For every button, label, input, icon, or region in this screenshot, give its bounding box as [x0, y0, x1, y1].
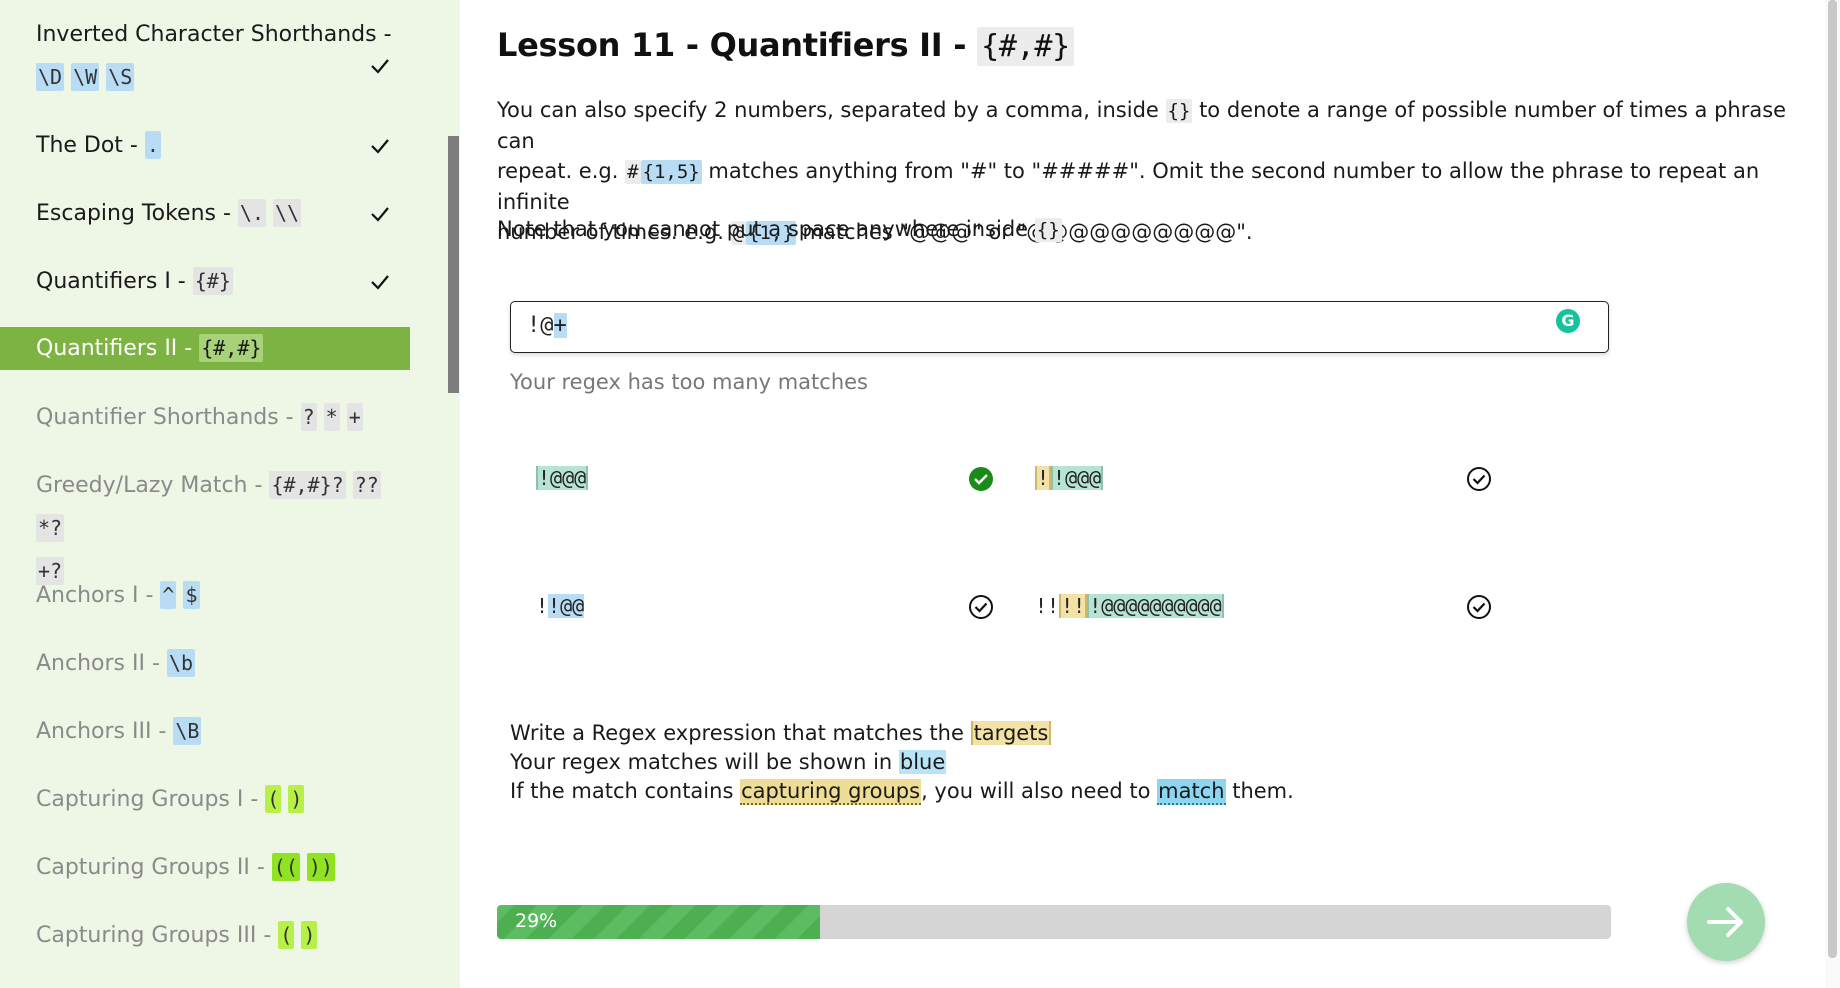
- sidebar-item-anchors-3[interactable]: Anchors III - \B: [0, 710, 410, 753]
- sidebar-item-label: Capturing Groups II -: [36, 855, 272, 880]
- sidebar-item-anchors-2[interactable]: Anchors II - \b: [0, 642, 410, 685]
- code-token: ): [288, 785, 305, 813]
- check-icon: [371, 59, 389, 74]
- lesson-note: Note that you cannot put a space anywher…: [497, 217, 1062, 242]
- sidebar-item-label: The Dot -: [36, 133, 145, 158]
- sidebar-item-quantifier-shorthands[interactable]: Quantifier Shorthands - ? * +: [0, 396, 410, 439]
- check-icon: [371, 275, 389, 290]
- lesson-content: Lesson 11 - Quantifiers II - {#,#} You c…: [460, 0, 1840, 988]
- sidebar-item-inverted-shorthands[interactable]: Inverted Character Shorthands - \D \W \S: [0, 14, 410, 99]
- page-title: Lesson 11 - Quantifiers II - {#,#}: [497, 26, 1074, 66]
- sidebar-item-quantifiers-2[interactable]: Quantifiers II - {#,#}: [0, 327, 410, 370]
- sidebar-item-the-dot[interactable]: The Dot - .: [0, 124, 410, 167]
- code-token: {#}: [192, 267, 233, 295]
- title-code: {#,#}: [977, 27, 1074, 66]
- sidebar-item-capturing-groups-3[interactable]: Capturing Groups III - ( ): [0, 914, 410, 957]
- code-token: ): [301, 921, 318, 949]
- code-token: {#,#}?: [269, 471, 346, 499]
- code-token: (: [278, 921, 295, 949]
- sidebar-item-label: Anchors II -: [36, 651, 167, 676]
- sidebar-item-label: Quantifier Shorthands -: [36, 405, 301, 430]
- code-token: \D: [36, 63, 65, 91]
- target-string: !@@@: [536, 466, 589, 490]
- sidebar-item-label: Greedy/Lazy Match -: [36, 473, 270, 498]
- code-token: \B: [173, 717, 202, 745]
- check-icon: [371, 207, 389, 222]
- sidebar-item-escaping-tokens[interactable]: Escaping Tokens - \. \\: [0, 192, 410, 235]
- check-circle-icon: [1467, 467, 1491, 491]
- sidebar-item-label: Inverted Character Shorthands -: [36, 22, 392, 47]
- instruction-line: If the match contains capturing groups, …: [510, 779, 1294, 805]
- code-token: .: [144, 131, 161, 159]
- grammarly-icon[interactable]: G: [1556, 309, 1580, 333]
- code-token: $: [183, 581, 200, 609]
- sidebar-item-anchors-1[interactable]: Anchors I - ^ $: [0, 574, 410, 617]
- code-token: \.: [237, 199, 266, 227]
- sidebar-item-quantifiers-1[interactable]: Quantifiers I - {#}: [0, 260, 410, 303]
- code-token: \S: [106, 63, 135, 91]
- target-string: ! !@@@: [1035, 466, 1104, 490]
- arrow-right-icon: [1707, 907, 1743, 937]
- code-token: \\: [273, 199, 302, 227]
- sidebar-item-label: Anchors I -: [36, 583, 161, 608]
- sidebar-item-label: Capturing Groups I -: [36, 787, 266, 812]
- sidebar-item-capturing-groups-1[interactable]: Capturing Groups I - ( ): [0, 778, 410, 821]
- sidebar-item-label: Capturing Groups III -: [36, 923, 279, 948]
- code-token: \b: [166, 649, 195, 677]
- regex-status-message: Your regex has too many matches: [510, 370, 868, 394]
- page-scrollbar-thumb[interactable]: [1828, 0, 1837, 958]
- instruction-line: Write a Regex expression that matches th…: [510, 719, 1052, 748]
- progress-label: 29%: [515, 910, 558, 932]
- check-circle-filled-icon: [969, 467, 993, 491]
- lesson-sidebar: Inverted Character Shorthands - \D \W \S…: [0, 0, 460, 988]
- code-token: {#,#}: [199, 334, 264, 362]
- next-lesson-button[interactable]: [1687, 883, 1765, 961]
- regex-input-value[interactable]: !@+: [527, 313, 567, 338]
- code-token: ??: [352, 471, 381, 499]
- code-token: +: [346, 403, 363, 431]
- sidebar-item-capturing-groups-2[interactable]: Capturing Groups II - (( )): [0, 846, 410, 889]
- instruction-line: Your regex matches will be shown in blue: [510, 750, 947, 774]
- code-token: *: [323, 403, 340, 431]
- sidebar-item-label: Quantifiers I -: [36, 269, 193, 294]
- sidebar-item-label: Escaping Tokens -: [36, 201, 238, 226]
- progress-bar: 29%: [497, 905, 1611, 939]
- code-token: ^: [160, 581, 177, 609]
- page-scrollbar[interactable]: [1825, 0, 1840, 988]
- code-token: ((: [271, 853, 300, 881]
- check-icon: [371, 139, 389, 154]
- code-token: *?: [36, 514, 65, 542]
- target-string: !!@@: [536, 594, 585, 618]
- check-circle-icon: [969, 595, 993, 619]
- sidebar-item-label: Quantifiers II -: [36, 336, 200, 361]
- regex-input[interactable]: !@+ G: [510, 301, 1609, 353]
- code-token: )): [306, 853, 335, 881]
- sidebar-item-label: Anchors III -: [36, 719, 174, 744]
- code-token: (: [265, 785, 282, 813]
- target-string: !!!! !@@@@@@@@@@: [1035, 594, 1224, 618]
- code-token: \W: [71, 63, 100, 91]
- sidebar-scrollbar[interactable]: [448, 136, 459, 393]
- check-circle-icon: [1467, 595, 1491, 619]
- code-token: ?: [300, 403, 317, 431]
